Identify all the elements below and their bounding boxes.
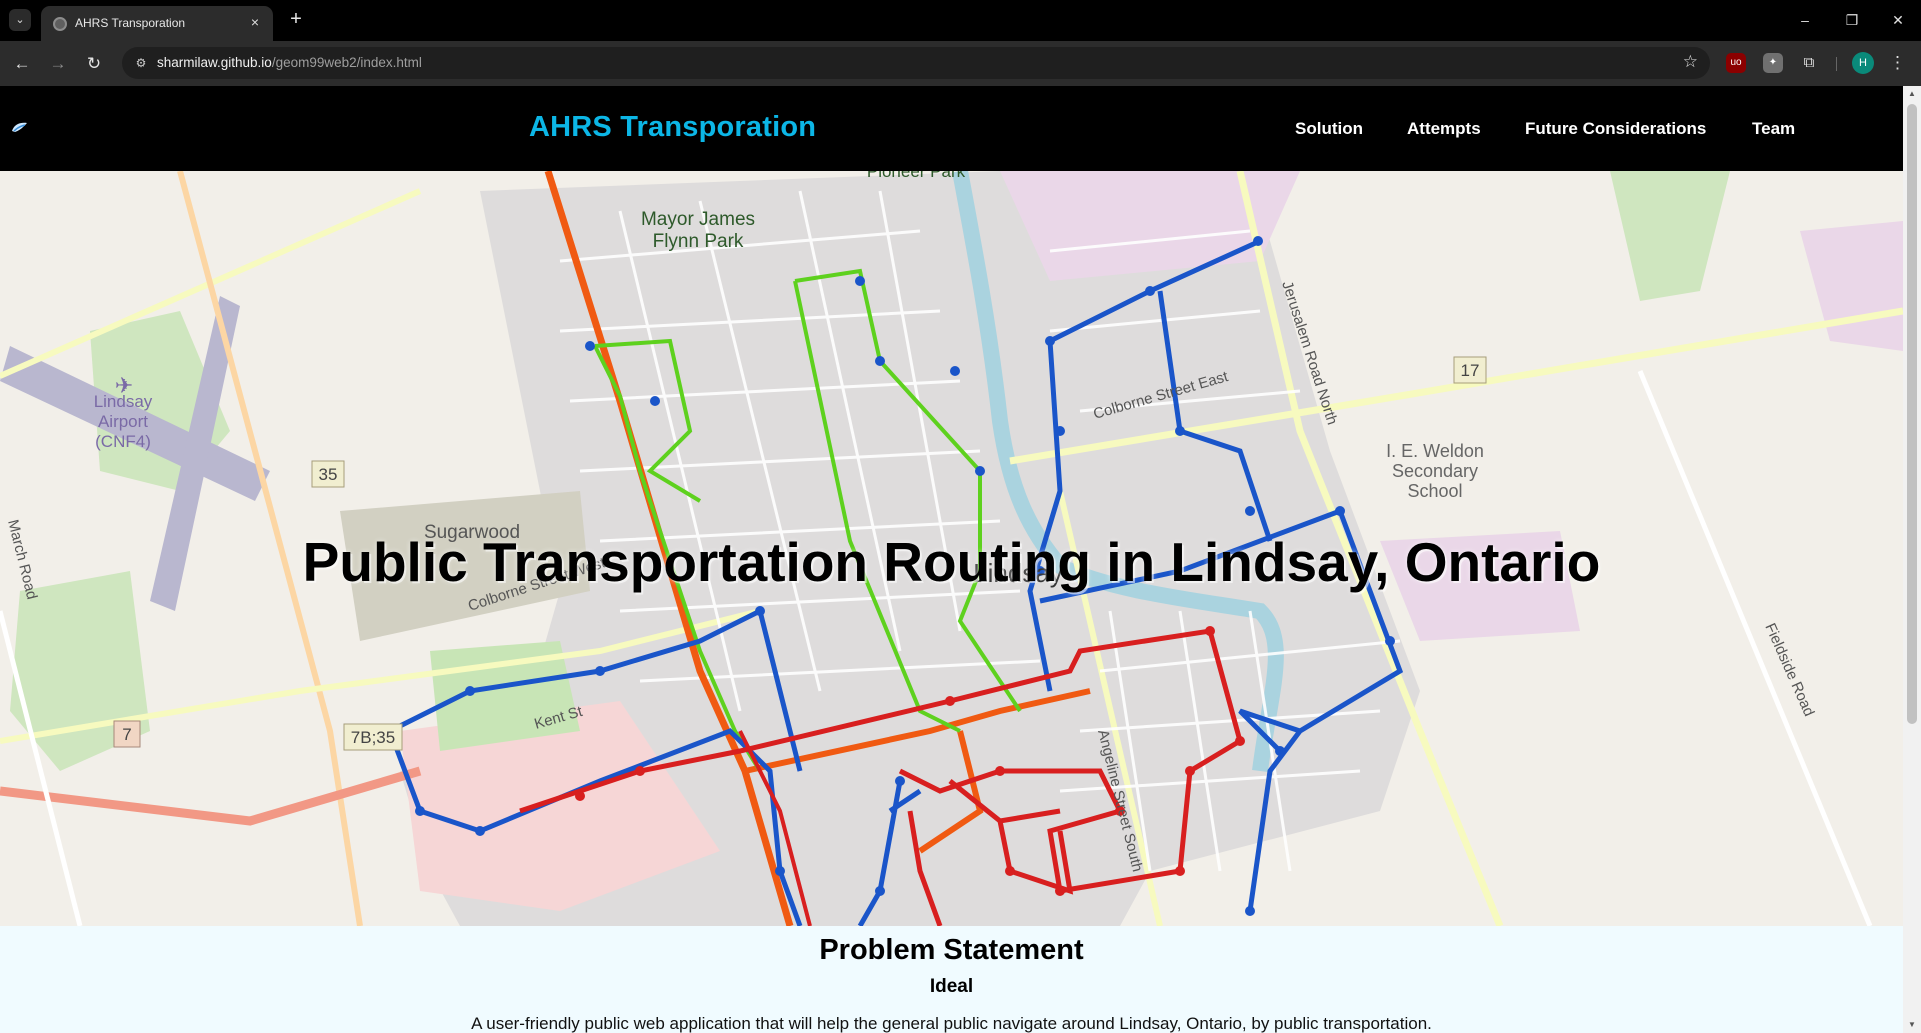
nav-link-attempts[interactable]: Attempts [1407,119,1481,139]
close-window-icon[interactable]: ✕ [1883,8,1913,32]
back-icon[interactable]: ← [9,51,35,77]
svg-text:Mayor James: Mayor James [641,209,755,230]
toolbar-divider [1836,57,1837,71]
scroll-down-icon[interactable]: ▼ [1903,1017,1921,1033]
svg-text:School: School [1407,481,1462,501]
menu-dots-icon[interactable]: ⋮ [1889,52,1906,74]
page-viewport: AHRS Transporation Solution Attempts Fut… [0,86,1921,1033]
nav-link-solution[interactable]: Solution [1295,119,1363,139]
address-bar[interactable]: ⚙ sharmilaw.github.io/geom99web2/index.h… [122,47,1710,79]
nav-link-future-considerations[interactable]: Future Considerations [1525,119,1706,139]
reload-icon[interactable]: ↻ [81,51,107,77]
problem-statement-section: Problem Statement Ideal A user-friendly … [0,926,1903,1033]
hero-title: Public Transportation Routing in Lindsay… [302,530,1601,593]
svg-text:7: 7 [122,725,131,744]
site-navbar: AHRS Transporation Solution Attempts Fut… [0,86,1903,171]
url-host: sharmilaw.github.io [157,55,272,70]
globe-icon [53,17,67,31]
site-settings-icon[interactable]: ⚙ [132,54,150,72]
url-text[interactable]: sharmilaw.github.io/geom99web2/index.htm… [157,55,422,70]
tab-close-icon[interactable]: × [246,13,264,31]
section-title: Problem Statement [819,934,1084,966]
svg-text:Pioneer Park: Pioneer Park [867,171,966,181]
site-brand[interactable]: AHRS Transporation [529,111,816,144]
section-subtitle: Ideal [929,976,974,997]
logo-icon[interactable] [11,120,29,134]
extension-icon[interactable]: ✦ [1763,53,1783,73]
svg-text:17: 17 [1461,361,1480,380]
svg-text:35: 35 [319,465,338,484]
airplane-icon: ✈ [115,373,133,398]
hero-section: 35 17 7 7B;35 Mayor James Flynn Park Pio… [0,171,1903,926]
svg-text:Secondary: Secondary [1392,461,1478,481]
svg-text:Flynn Park: Flynn Park [653,231,744,252]
scrollbar-thumb[interactable] [1907,104,1917,724]
browser-toolbar: ← → ↻ ⚙ sharmilaw.github.io/geom99web2/i… [0,41,1921,86]
page-scrollbar[interactable]: ▲ ▼ [1903,86,1921,1033]
airport-label: Lindsay Airport (CNF4) [94,392,153,451]
svg-text:7B;35: 7B;35 [351,728,395,747]
minimize-icon[interactable]: – [1790,8,1820,32]
svg-text:(CNF4): (CNF4) [95,432,151,451]
ublock-extension-icon[interactable]: uo [1726,53,1746,73]
forward-icon[interactable]: → [45,51,71,77]
section-paragraph: A user-friendly public web application t… [471,1014,1432,1033]
tab-search-icon[interactable]: ⌄ [9,9,31,31]
restore-icon[interactable]: ❐ [1837,8,1867,32]
nav-link-team[interactable]: Team [1752,119,1795,139]
new-tab-button[interactable]: + [284,8,308,32]
bookmark-star-icon[interactable]: ☆ [1683,52,1698,72]
url-path: /geom99web2/index.html [271,55,422,70]
svg-text:I. E. Weldon: I. E. Weldon [1386,441,1484,461]
profile-avatar[interactable]: H [1852,52,1874,74]
browser-tab-active[interactable]: AHRS Transporation × [41,6,273,41]
svg-text:Airport: Airport [98,412,148,431]
tab-title: AHRS Transporation [75,16,186,30]
scroll-up-icon[interactable]: ▲ [1903,86,1921,102]
extensions-puzzle-icon[interactable]: ⧉ [1799,53,1819,73]
browser-tab-strip: ⌄ AHRS Transporation × + – ❐ ✕ [0,0,1921,41]
